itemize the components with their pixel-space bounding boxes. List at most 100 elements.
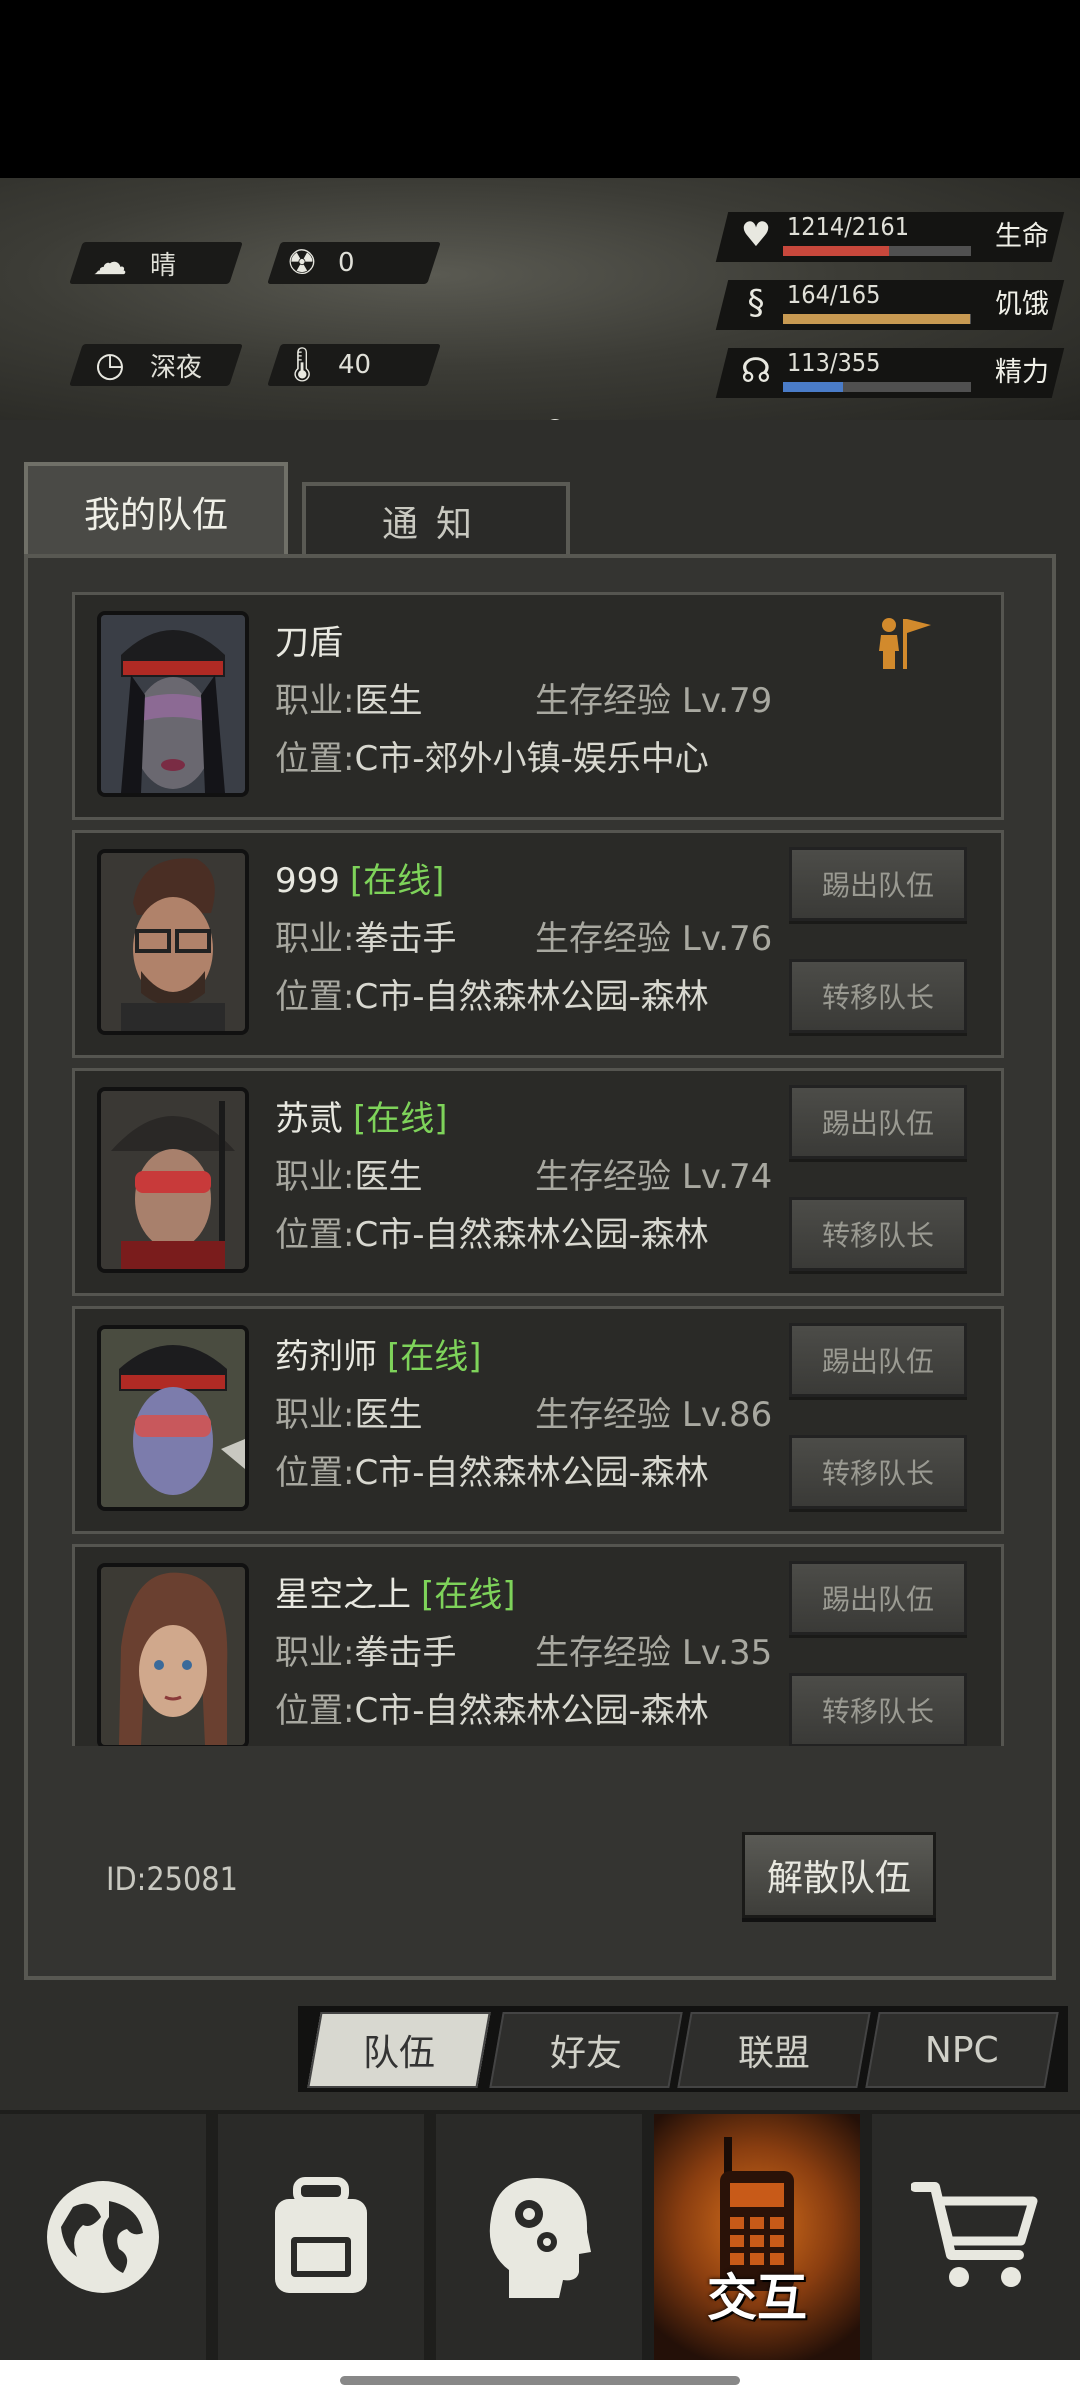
job-value: 拳击手 — [354, 1633, 457, 1673]
tab-alliance[interactable]: 联盟 — [677, 2012, 871, 2088]
disband-team-button[interactable]: 解散队伍 — [742, 1832, 936, 1918]
nav-interact[interactable]: 交互 — [654, 2114, 860, 2360]
radiation-chip: ☢ 0 — [280, 242, 355, 284]
member-card[interactable]: 苏贰 [在线] 职业:医生 生存经验 Lv.74 位置:C市-自然森林公园-森林 … — [72, 1068, 1004, 1296]
location-value: C市-郊外小镇-娱乐中心 — [354, 739, 709, 779]
member-card[interactable]: 星空之上 [在线] 职业:拳击手 生存经验 Lv.35 位置:C市-自然森林公园-… — [72, 1544, 1004, 1746]
location-value: C市-自然森林公园-森林 — [354, 977, 709, 1017]
transfer-leader-button[interactable]: 转移队长 — [789, 1673, 967, 1746]
member-list[interactable]: 刀盾 职业:医生 生存经验 Lv.79 位置:C市-郊外小镇-娱乐中心 999[… — [72, 592, 1004, 1746]
member-card-leader[interactable]: 刀盾 职业:医生 生存经验 Lv.79 位置:C市-郊外小镇-娱乐中心 — [72, 592, 1004, 820]
member-exp: 生存经验 Lv.74 — [535, 1149, 772, 1198]
kick-button[interactable]: 踢出队伍 — [789, 847, 967, 921]
brain-icon: ☊ — [740, 351, 772, 391]
location-value: C市-自然森林公园-森林 — [354, 1215, 709, 1255]
energy-bar: ☊ 113/355 精力 — [725, 344, 1065, 402]
member-name: 999 [在线] — [275, 853, 444, 902]
avatar — [97, 1325, 249, 1511]
avatar — [97, 611, 249, 797]
member-exp: 生存经验 Lv.79 — [535, 673, 772, 722]
nav-shop[interactable] — [872, 2114, 1080, 2360]
exp-level: Lv.74 — [681, 1157, 773, 1197]
transfer-leader-button[interactable]: 转移队长 — [789, 1435, 967, 1509]
tab-my-team[interactable]: 我的队伍 — [24, 462, 288, 558]
exp-label: 生存经验 — [535, 681, 682, 721]
job-value: 拳击手 — [354, 919, 457, 959]
time-chip: ◷ 深夜 — [88, 344, 202, 386]
kick-button[interactable]: 踢出队伍 — [789, 1561, 967, 1635]
exp-label: 生存经验 — [535, 1157, 682, 1197]
tab-notice[interactable]: 通知 — [302, 482, 570, 556]
status-bar-area — [0, 0, 1080, 178]
exp-level: Lv.76 — [681, 919, 773, 959]
cart-icon — [911, 2182, 1038, 2287]
location-label: 位置: — [275, 739, 355, 779]
tab-team[interactable]: 队伍 — [307, 2012, 491, 2088]
energy-track — [783, 382, 971, 392]
time-label: 深夜 — [150, 352, 203, 383]
transfer-leader-button[interactable]: 转移队长 — [789, 959, 967, 1033]
member-name: 刀盾 — [275, 623, 343, 663]
kick-button[interactable]: 踢出队伍 — [789, 1323, 967, 1397]
cloud-sun-icon: ☁ — [93, 243, 127, 283]
member-name: 苏贰 [在线] — [275, 1091, 448, 1140]
radiation-value: 0 — [338, 248, 355, 278]
member-name-text: 药剂师 — [275, 1337, 377, 1377]
kick-button[interactable]: 踢出队伍 — [789, 1085, 967, 1159]
member-name: 星空之上 [在线] — [275, 1567, 516, 1616]
hunger-bar: § 164/165 饥饿 — [725, 276, 1065, 334]
head-gears-icon — [489, 2178, 591, 2298]
tab-npc-label: NPC — [925, 2029, 999, 2071]
location-label: 位置: — [275, 977, 355, 1017]
exp-level: Lv.79 — [681, 681, 773, 721]
member-job: 职业:医生 — [275, 1387, 422, 1436]
job-label: 职业: — [275, 681, 355, 721]
location-label: 位置: — [275, 1691, 355, 1731]
online-status: [在线] — [387, 1337, 482, 1377]
member-job: 职业:医生 — [275, 673, 422, 722]
job-label: 职业: — [275, 1633, 355, 1673]
member-card[interactable]: 药剂师 [在线] 职业:医生 生存经验 Lv.86 位置:C市-自然森林公园-森林… — [72, 1306, 1004, 1534]
location-value: C市-自然森林公园-森林 — [354, 1691, 709, 1731]
online-status: [在线] — [421, 1575, 516, 1615]
nav-inventory[interactable] — [218, 2114, 424, 2360]
weather-chip: ☁ 晴 — [88, 242, 176, 284]
hp-label: 生命 — [995, 221, 1049, 252]
tab-my-team-label: 我的队伍 — [83, 495, 228, 536]
tab-npc[interactable]: NPC — [865, 2012, 1059, 2088]
member-location: 位置:C市-自然森林公园-森林 — [275, 969, 709, 1018]
avatar — [97, 849, 249, 1035]
nav-map[interactable] — [0, 2114, 206, 2360]
radiation-icon: ☢ — [286, 243, 318, 283]
exp-level: Lv.35 — [681, 1633, 773, 1673]
temperature-chip: 🌡 40 — [280, 344, 371, 386]
weather-label: 晴 — [150, 250, 177, 281]
energy-label: 精力 — [995, 357, 1049, 388]
nav-skills[interactable] — [436, 2114, 642, 2360]
exp-label: 生存经验 — [535, 919, 682, 959]
energy-fill — [783, 382, 843, 392]
member-name-text: 999 — [275, 861, 340, 901]
online-status: [在线] — [349, 861, 445, 901]
transfer-leader-button[interactable]: 转移队长 — [789, 1197, 967, 1271]
location-label: 位置: — [275, 1453, 355, 1493]
avatar — [97, 1563, 249, 1746]
tab-friends[interactable]: 好友 — [489, 2012, 683, 2088]
member-name-text: 苏贰 — [275, 1099, 343, 1139]
tab-notice-label: 通知 — [381, 504, 490, 545]
backpack-icon — [275, 2177, 367, 2293]
job-value: 医生 — [354, 1395, 423, 1435]
member-location: 位置:C市-自然森林公园-森林 — [275, 1445, 709, 1494]
member-location: 位置:C市-自然森林公园-森林 — [275, 1207, 709, 1256]
member-card[interactable]: 999 [在线] 职业:拳击手 生存经验 Lv.76 位置:C市-自然森林公园-森… — [72, 830, 1004, 1058]
nav-interact-label: 交互 — [707, 2269, 807, 2327]
exp-label: 生存经验 — [535, 1633, 682, 1673]
member-exp: 生存经验 Lv.35 — [535, 1625, 772, 1674]
heart-icon: ♥ — [740, 215, 772, 255]
member-name-text: 星空之上 — [275, 1575, 411, 1615]
home-indicator[interactable] — [340, 2376, 740, 2385]
globe-icon — [47, 2181, 159, 2293]
tab-alliance-label: 联盟 — [737, 2033, 810, 2074]
hp-value: 1214/2161 — [787, 212, 910, 241]
avatar — [97, 1087, 249, 1273]
